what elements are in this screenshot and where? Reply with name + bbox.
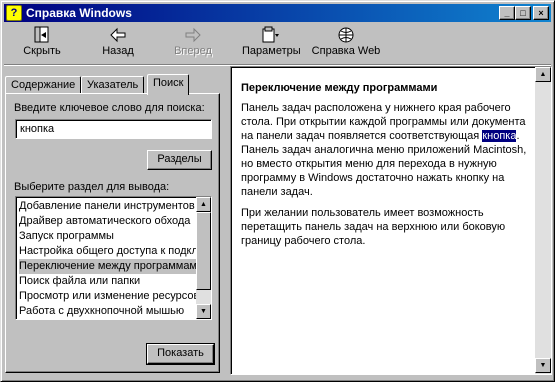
scroll-up-icon[interactable]: ▲ (535, 67, 551, 82)
display-button[interactable]: Показать (146, 343, 215, 365)
close-button[interactable]: × (533, 6, 549, 20)
minimize-button[interactable]: _ (499, 6, 515, 20)
list-item[interactable]: Просмотр или изменение ресурсов (19, 289, 197, 304)
topics-button[interactable]: Разделы (147, 150, 212, 170)
list-item-selected[interactable]: Переключение между программами (19, 259, 197, 274)
arrow-right-icon (172, 25, 214, 45)
hide-icon (20, 25, 64, 45)
tab-index[interactable]: Указатель (81, 76, 145, 94)
tab-search[interactable]: Поиск (147, 74, 190, 95)
keyword-label: Введите ключевое слово для поиска: (14, 102, 205, 114)
topic-scrollbar[interactable]: ▲ ▼ (535, 67, 551, 374)
minimize-icon: _ (504, 8, 510, 18)
topic-paragraph-1: Панель задач расположена у нижнего края … (241, 102, 527, 198)
back-button[interactable]: Назад (98, 25, 138, 63)
search-panel: Введите ключевое слово для поиска: кнопк… (5, 93, 220, 373)
help-book-icon: ? (6, 5, 22, 21)
results-list[interactable]: Добавление панели инструментов Драйвер а… (15, 196, 212, 320)
web-help-button[interactable]: Справка Web (310, 25, 382, 63)
list-item[interactable]: Запуск программы (19, 229, 197, 244)
toolbar: Скрыть Назад Вперед Параметры Справка We… (4, 23, 551, 65)
list-item[interactable]: Настройка общего доступа к подкл (19, 244, 197, 259)
topic-paragraph-2: При желании пользователь имеет возможнос… (241, 207, 506, 247)
topic-pane: Переключение между программами Панель за… (230, 66, 552, 375)
title-bar[interactable]: ? Справка Windows _ □ × (4, 4, 551, 22)
list-item[interactable]: Добавление панели инструментов (19, 199, 197, 214)
arrow-left-icon (98, 25, 138, 45)
list-item[interactable]: Драйвер автоматического обхода (19, 214, 197, 229)
tab-contents[interactable]: Содержание (5, 76, 82, 94)
hide-button[interactable]: Скрыть (20, 25, 64, 63)
options-icon (242, 25, 300, 45)
list-item[interactable]: Работа с двухкнопочной мышью (19, 304, 197, 319)
scroll-down-icon[interactable]: ▼ (535, 358, 551, 373)
web-help-icon (310, 25, 382, 45)
maximize-icon: □ (520, 8, 526, 18)
scroll-thumb[interactable] (196, 212, 211, 290)
options-button[interactable]: Параметры (242, 25, 301, 63)
window-title: Справка Windows (26, 6, 132, 20)
close-icon: × (538, 8, 544, 18)
list-item[interactable]: Поиск файла или папки (19, 274, 197, 289)
maximize-button[interactable]: □ (515, 6, 531, 20)
scroll-up-icon[interactable]: ▲ (196, 197, 211, 212)
select-topic-label: Выберите раздел для вывода: (14, 181, 170, 193)
search-highlight: кнопка (482, 130, 517, 142)
scroll-down-icon[interactable]: ▼ (196, 304, 211, 319)
forward-button[interactable]: Вперед (172, 25, 214, 63)
results-scrollbar[interactable]: ▲ ▼ (196, 197, 211, 319)
topic-heading: Переключение между программами (241, 82, 438, 94)
search-input[interactable]: кнопка (15, 119, 212, 139)
help-window: ? Справка Windows _ □ × Скрыть Назад Впе… (0, 0, 555, 382)
